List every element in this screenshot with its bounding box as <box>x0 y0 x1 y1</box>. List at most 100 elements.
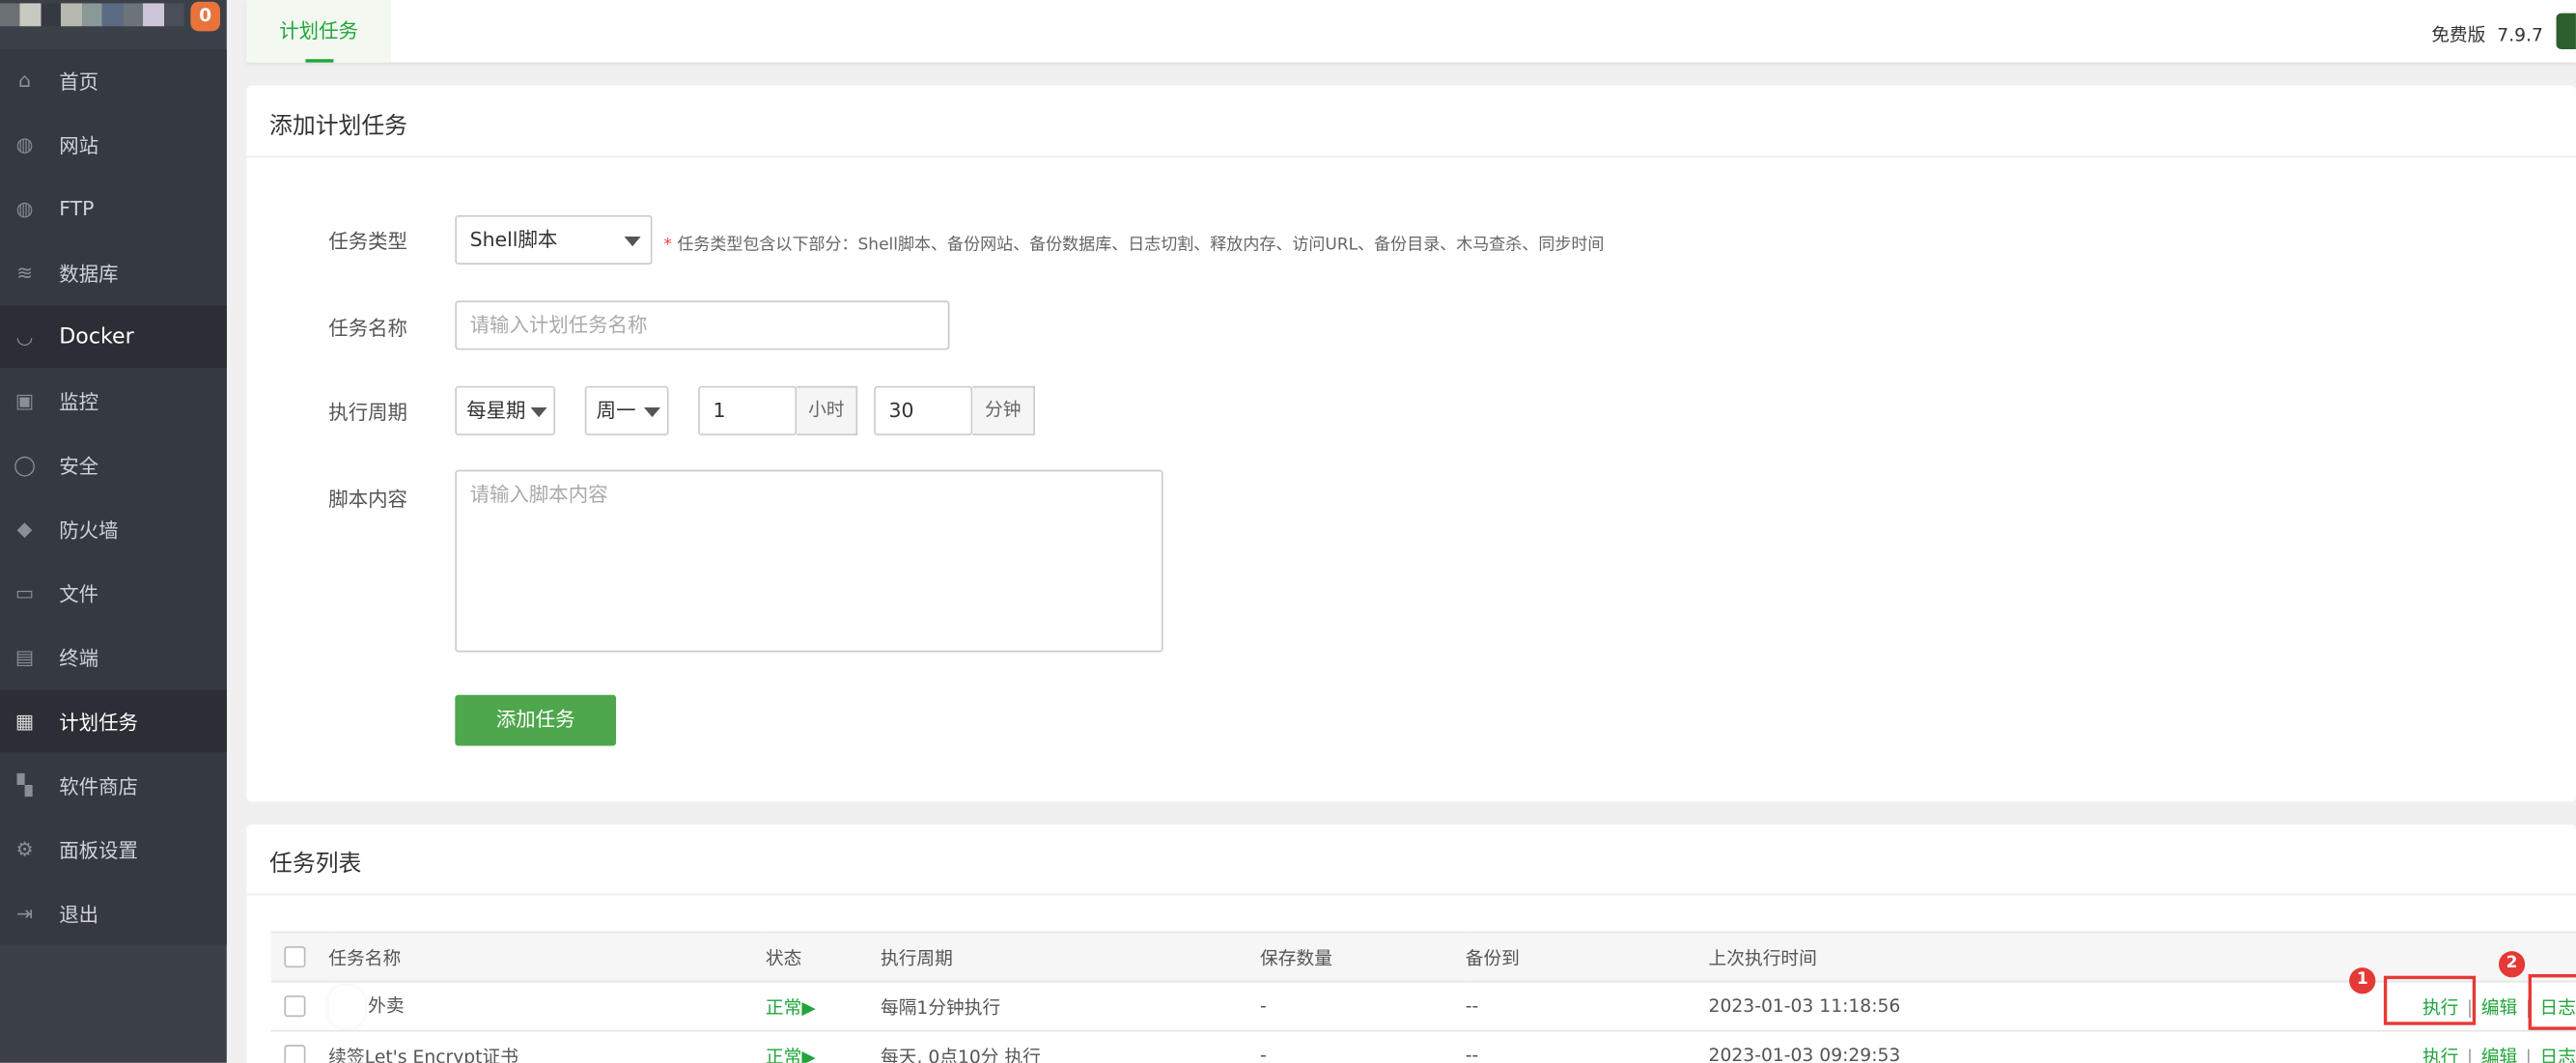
task-backup: -- <box>1465 981 1709 1032</box>
cycle-label: 执行周期 <box>328 401 407 424</box>
select-all-checkbox[interactable] <box>284 946 306 968</box>
col-name: 任务名称 <box>328 931 766 983</box>
row-checkbox[interactable] <box>284 1045 306 1063</box>
edition-label: 免费版 <box>2431 24 2486 46</box>
task-list-card: 任务列表 任务名称 状态 执行周期 保存数量 备份到 上次执行时间 外卖 正常▶… <box>246 825 2576 1063</box>
folder-icon: ▭ <box>14 581 35 605</box>
task-name-input[interactable]: 请输入计划任务名称 <box>455 300 950 350</box>
sidebar-menu: ⌂ 首页 ◍ 网站 ◍ FTP ≋ 数据库 ◡ Docker ▣ 监控 ◯ 安全 ◆ 防火墙 ▭… <box>0 49 227 945</box>
sidebar-item-logout[interactable]: ⇥ 退出 <box>0 882 227 945</box>
calendar-icon: ▦ <box>14 710 35 733</box>
sidebar-item-website[interactable]: ◍ 网站 <box>0 113 227 176</box>
sidebar-item-label: 面板设置 <box>59 838 138 862</box>
monitor-icon: ▣ <box>14 389 35 413</box>
sidebar-item-files[interactable]: ▭ 文件 <box>0 562 227 625</box>
sidebar-item-security[interactable]: ◯ 安全 <box>0 434 227 496</box>
ftp-icon: ◍ <box>15 197 34 221</box>
sidebar-item-terminal[interactable]: ▤ 终端 <box>0 626 227 688</box>
task-keep: - <box>1260 981 1466 1032</box>
sidebar-item-label: 防火墙 <box>59 518 119 542</box>
log-link[interactable]: 日志 <box>2540 1046 2576 1063</box>
status-text: 正常 <box>765 1046 802 1063</box>
update-button[interactable] <box>2556 13 2576 50</box>
edit-link[interactable]: 编辑 <box>2481 1046 2517 1063</box>
minute-input[interactable]: 30 <box>874 385 973 435</box>
edit-link[interactable]: 编辑 <box>2481 996 2517 1018</box>
cycle-day-select[interactable]: 周一 <box>584 385 669 435</box>
chevron-down-icon <box>624 237 641 247</box>
globe-icon: ◍ <box>15 132 34 156</box>
redaction <box>328 985 365 1028</box>
database-icon: ≋ <box>15 261 34 285</box>
sidebar-item-label: 文件 <box>59 582 99 606</box>
annotation-box-log <box>2528 973 2576 1030</box>
table-header: 任务名称 状态 执行周期 保存数量 备份到 上次执行时间 <box>270 931 2576 983</box>
hostname-obscured <box>0 3 184 27</box>
sidebar-item-monitor[interactable]: ▣ 监控 <box>0 370 227 433</box>
run-link[interactable]: 执行 <box>2422 1046 2458 1063</box>
sidebar-item-store[interactable]: ▚ 软件商店 <box>0 754 227 817</box>
task-cycle: 每天, 0点10分 执行 <box>881 1030 1261 1063</box>
sidebar-item-database[interactable]: ≋ 数据库 <box>0 241 227 304</box>
tab-cron[interactable]: 计划任务 <box>246 0 391 63</box>
card-title: 添加计划任务 <box>269 113 407 140</box>
card-title: 任务列表 <box>269 851 362 878</box>
task-name: 续签Let's Encrypt证书 <box>328 1030 766 1063</box>
sidebar-item-cron[interactable]: ▦ 计划任务 <box>0 689 227 753</box>
sidebar-item-label: Docker <box>59 324 134 350</box>
annotation-number: 1 <box>2349 967 2376 994</box>
shield-icon: ◯ <box>14 453 36 477</box>
minute-unit: 分钟 <box>972 385 1035 435</box>
col-keep: 保存数量 <box>1260 931 1466 983</box>
status-toggle[interactable]: 正常▶ <box>765 1030 882 1063</box>
sidebar-item-home[interactable]: ⌂ 首页 <box>0 49 227 112</box>
notification-badge[interactable]: 0 <box>190 1 221 32</box>
annotation-box-run <box>2383 975 2477 1025</box>
add-task-card: 添加计划任务 任务类型 Shell脚本 * 任务类型包含以下部分：Shell脚本… <box>246 85 2576 802</box>
task-keep: - <box>1260 1030 1466 1063</box>
grid-icon: ▚ <box>16 773 33 797</box>
col-backup: 备份到 <box>1465 931 1709 983</box>
firewall-icon: ◆ <box>16 517 33 541</box>
chevron-down-icon <box>530 406 547 418</box>
sidebar-item-settings[interactable]: ⚙ 面板设置 <box>0 818 227 881</box>
divider <box>246 893 2576 896</box>
sidebar-item-label: 安全 <box>59 454 99 478</box>
docker-icon: ◡ <box>15 324 34 349</box>
sidebar-item-firewall[interactable]: ◆ 防火墙 <box>0 498 227 561</box>
hour-unit: 小时 <box>797 385 858 435</box>
sidebar-item-label: 计划任务 <box>59 710 138 734</box>
sidebar-item-label: 网站 <box>59 133 99 157</box>
sidebar-item-label: 首页 <box>59 70 99 94</box>
version-info: 免费版 7.9.7 <box>2431 21 2543 47</box>
table-row: 续签Let's Encrypt证书 正常▶ 每天, 0点10分 执行 - -- … <box>270 1030 2576 1063</box>
hour-input[interactable]: 1 <box>698 385 798 435</box>
gear-icon: ⚙ <box>15 837 34 861</box>
cycle-type-select[interactable]: 每星期 <box>455 385 556 435</box>
status-toggle[interactable]: 正常▶ <box>765 981 882 1032</box>
sidebar-item-label: 终端 <box>59 646 99 670</box>
hint-text: 任务类型包含以下部分：Shell脚本、备份网站、备份数据库、日志切割、释放内存、… <box>677 237 1605 255</box>
sidebar-item-ftp[interactable]: ◍ FTP <box>0 178 227 240</box>
logout-icon: ⇥ <box>15 902 34 925</box>
sidebar-item-label: 退出 <box>59 902 99 926</box>
col-cycle: 执行周期 <box>881 931 1261 983</box>
sidebar-item-docker[interactable]: ◡ Docker <box>0 305 227 369</box>
home-icon: ⌂ <box>18 69 32 93</box>
script-textarea[interactable]: 请输入脚本内容 <box>455 469 1163 653</box>
add-task-button[interactable]: 添加任务 <box>455 694 617 746</box>
task-type-select[interactable]: Shell脚本 <box>455 214 653 265</box>
script-label: 脚本内容 <box>328 488 407 512</box>
task-name: 外卖 <box>368 994 405 1017</box>
task-backup: -- <box>1465 1030 1709 1063</box>
task-type-label: 任务类型 <box>328 230 407 254</box>
row-checkbox[interactable] <box>284 995 306 1018</box>
divider <box>246 155 2576 158</box>
sidebar-item-label: 数据库 <box>59 262 119 286</box>
col-status: 状态 <box>765 931 882 983</box>
col-last-run: 上次执行时间 <box>1708 931 2202 983</box>
cycle-type-value: 每星期 <box>466 399 526 423</box>
sidebar: 0 ⌂ 首页 ◍ 网站 ◍ FTP ≋ 数据库 ◡ Docker ▣ 监控 ◯ 安全 ◆ 防火墙… <box>0 0 227 1063</box>
task-type-hint: * 任务类型包含以下部分：Shell脚本、备份网站、备份数据库、日志切割、释放内… <box>663 237 1605 255</box>
sidebar-item-label: 软件商店 <box>59 774 138 798</box>
